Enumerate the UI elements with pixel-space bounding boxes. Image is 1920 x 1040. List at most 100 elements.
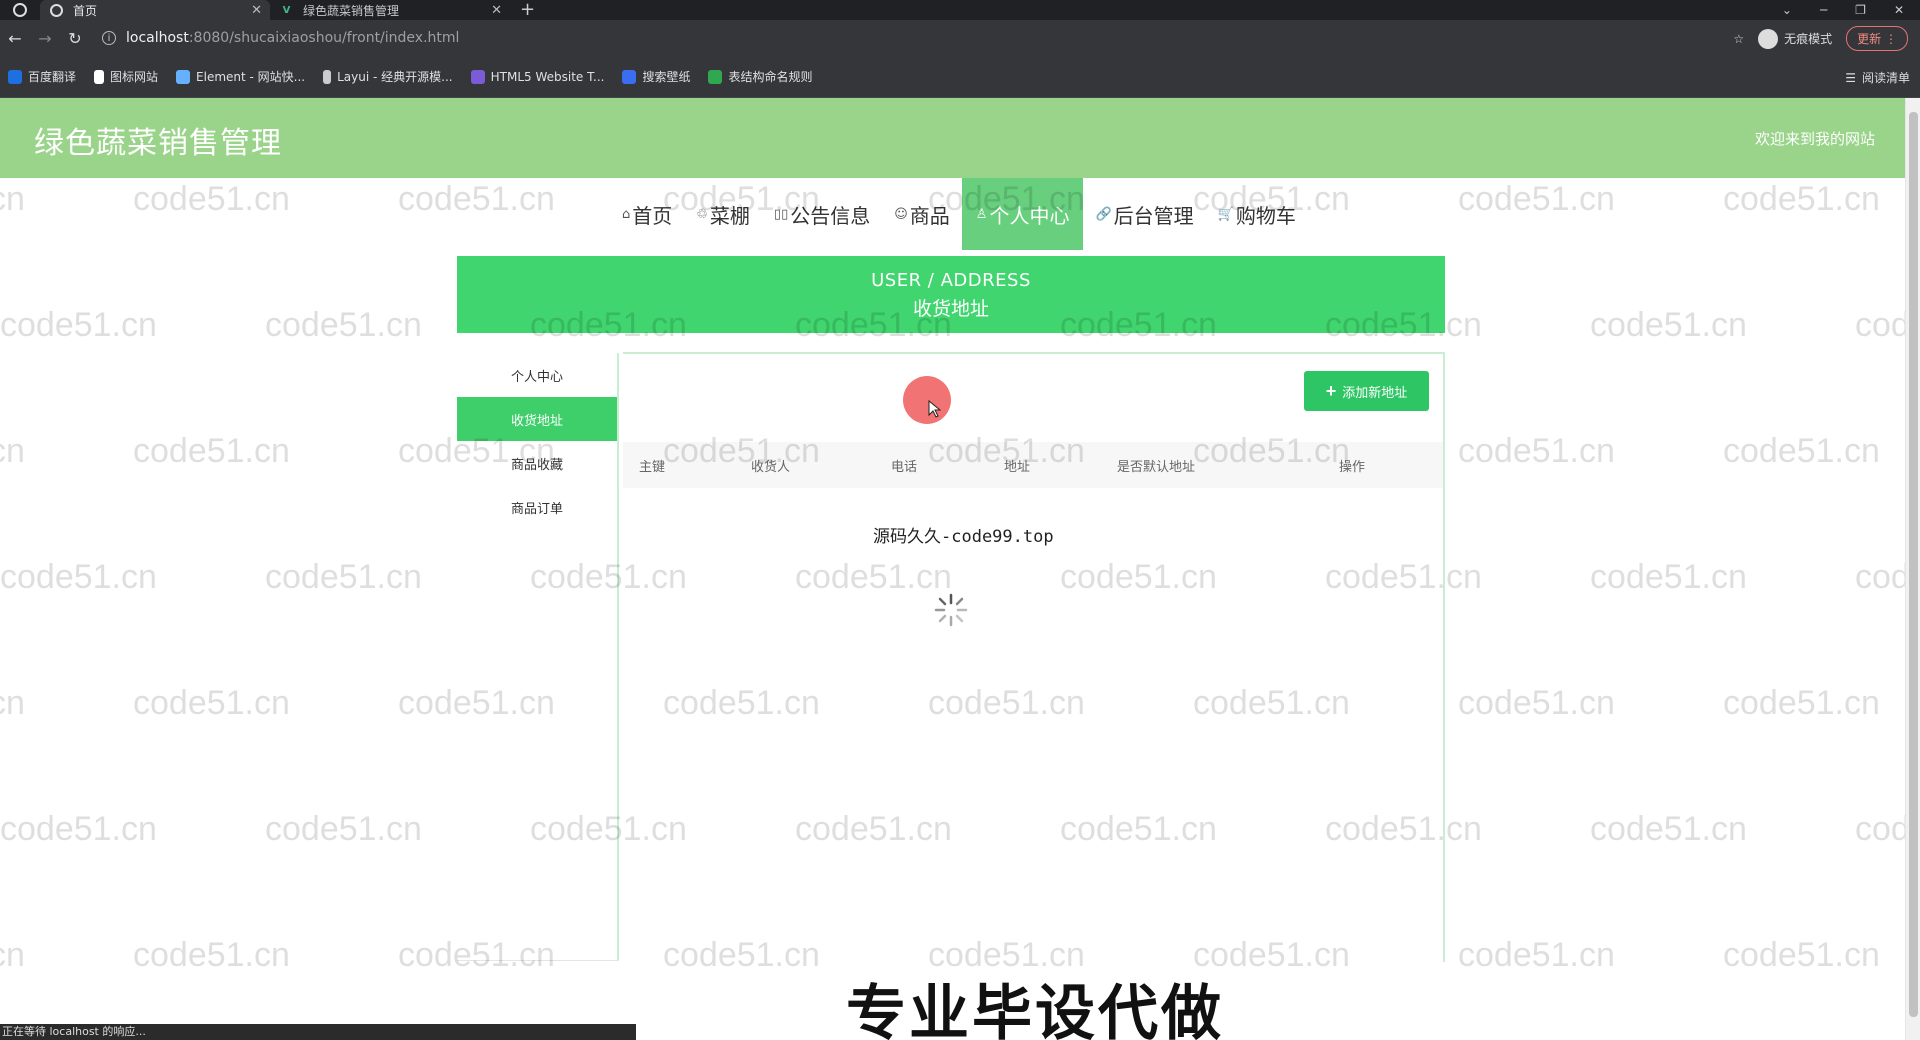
- browser-status-bar: 正在等待 localhost 的响应...: [0, 1024, 636, 1040]
- forward-button[interactable]: →: [30, 29, 60, 48]
- bookmark-item[interactable]: HTML5 Website T...: [470, 69, 604, 84]
- nav-cart[interactable]: 🛒 购物车: [1206, 178, 1308, 250]
- bookmark-item[interactable]: 百度翻译: [8, 68, 76, 85]
- nav-home[interactable]: ⌂ 首页: [610, 178, 684, 250]
- window-controls: ⌄ ─ ❐ ✕: [1782, 0, 1920, 20]
- sidebar-item-favorites[interactable]: 商品收藏: [457, 441, 617, 485]
- watermark-text: code51.cn: [1723, 180, 1880, 218]
- bookmark-item[interactable]: 图标网站: [94, 68, 158, 85]
- watermark-text: code51.cn: [0, 936, 25, 974]
- scrollbar-thumb[interactable]: [1909, 112, 1918, 1017]
- column-header-default: 是否默认地址: [1117, 459, 1196, 475]
- incognito-indicator[interactable]: 无痕模式: [1758, 28, 1833, 49]
- product-icon: ☺: [894, 206, 908, 222]
- wallpaper-icon: [622, 69, 637, 84]
- watermark-text: code51.cn: [1590, 306, 1747, 344]
- welcome-text: 欢迎来到我的网站: [1754, 130, 1875, 148]
- reload-button[interactable]: ↻: [60, 29, 90, 48]
- page-scrollbar[interactable]: [1905, 98, 1920, 1040]
- nav-announcements[interactable]: ▯▯ 公告信息: [762, 178, 882, 250]
- watermark-text: code51.cn: [133, 180, 290, 218]
- reading-list-icon: ☰: [1845, 70, 1856, 85]
- tab-title: 绿色蔬菜销售管理: [303, 3, 400, 18]
- watermark-text: code51.cn: [133, 684, 290, 722]
- page-banner: USER / ADDRESS 收货地址: [457, 256, 1445, 333]
- url-host: localhost: [126, 30, 189, 46]
- site-info-icon[interactable]: i: [102, 31, 116, 45]
- video-caption: 专业毕设代做: [846, 979, 1224, 1040]
- watermark-text: code51.cn: [1590, 558, 1747, 596]
- tab-search-icon[interactable]: ⌄: [1782, 3, 1792, 17]
- nav-products[interactable]: ☺ 商品: [882, 178, 962, 250]
- loading-spinner-icon: [934, 593, 968, 627]
- restore-button[interactable]: ❐: [1855, 3, 1866, 17]
- watermark-text: code51.cn: [133, 432, 290, 470]
- sidebar-item-user-center[interactable]: 个人中心: [457, 353, 617, 397]
- announcement-icon: ▯▯: [773, 206, 789, 222]
- add-address-label: 添加新地址: [1342, 384, 1408, 400]
- watermark-text: code51.cn: [0, 306, 157, 344]
- browser-logo-icon: [13, 3, 27, 17]
- site-header: 绿色蔬菜销售管理 欢迎来到我的网站: [0, 98, 1905, 178]
- close-window-button[interactable]: ✕: [1894, 3, 1904, 17]
- loading-text: 源码久久-code99.top: [873, 527, 1054, 547]
- address-table-header: 主键 收货人 电话 地址 是否默认地址 操作: [623, 442, 1443, 488]
- url-field[interactable]: i localhost:8080/shucaixiaoshou/front/in…: [102, 30, 459, 46]
- vue-icon: V: [282, 4, 291, 16]
- user-sidebar: 个人中心 收货地址 商品收藏 商品订单: [457, 353, 619, 961]
- link-icon: 🔗: [1095, 206, 1112, 222]
- watermark-text: code51.cn: [265, 306, 422, 344]
- tab-home[interactable]: 首页 ✕: [40, 0, 270, 20]
- toolbar-right: ☆ 无痕模式 更新 ⋮: [1733, 26, 1908, 51]
- watermark-text: code51.cn: [1458, 432, 1615, 470]
- watermark-text: code51.cn: [0, 684, 25, 722]
- nav-admin[interactable]: 🔗 后台管理: [1083, 178, 1205, 250]
- tab-vegetable-admin[interactable]: V 绿色蔬菜销售管理 ✕: [270, 0, 510, 20]
- watermark-text: code51.cn: [1458, 180, 1615, 218]
- column-header-receiver: 收货人: [751, 459, 791, 475]
- bookmark-item[interactable]: Element - 网站快...: [176, 68, 305, 85]
- site-title: 绿色蔬菜销售管理: [34, 126, 282, 161]
- bookmark-item[interactable]: 搜索壁纸: [622, 68, 690, 85]
- incognito-label: 无痕模式: [1784, 32, 1833, 46]
- browser-tab-strip: 首页 ✕ V 绿色蔬菜销售管理 ✕ + ⌄ ─ ❐ ✕: [0, 0, 1920, 20]
- close-tab-icon[interactable]: ✕: [491, 3, 502, 18]
- back-button[interactable]: ←: [0, 29, 30, 48]
- update-button[interactable]: 更新 ⋮: [1846, 26, 1908, 51]
- watermark-text: code51.cn: [265, 558, 422, 596]
- table-icon: [708, 69, 723, 84]
- watermark-text: code51.cn: [0, 432, 25, 470]
- watermark-text: code51.cn: [1458, 684, 1615, 722]
- watermark-text: code51.cn: [1458, 936, 1615, 974]
- close-tab-icon[interactable]: ✕: [251, 3, 262, 18]
- minimize-button[interactable]: ─: [1820, 3, 1827, 17]
- reading-list-button[interactable]: ☰ 阅读清单: [1845, 69, 1910, 86]
- cursor-highlight: [903, 376, 951, 424]
- watermark-text: code51.cn: [0, 180, 25, 218]
- watermark-text: code51.cn: [398, 180, 555, 218]
- bookmark-item[interactable]: 表结构命名规则: [708, 68, 812, 85]
- watermark-text: code51.cn: [1723, 684, 1880, 722]
- add-address-button[interactable]: + 添加新地址: [1304, 371, 1429, 411]
- column-header-phone: 电话: [891, 459, 918, 475]
- bookmark-star-icon[interactable]: ☆: [1733, 32, 1744, 46]
- bookmark-item[interactable]: Layui - 经典开源模...: [323, 68, 453, 85]
- layui-icon: [323, 69, 332, 84]
- home-icon: ⌂: [622, 206, 631, 222]
- sidebar-item-address[interactable]: 收货地址: [457, 397, 617, 441]
- nav-greenhouse[interactable]: ♲ 菜棚: [684, 178, 762, 250]
- watermark-text: code51.cn: [0, 558, 157, 596]
- watermark-text: code51.cn: [1590, 810, 1747, 848]
- watermark-text: code51.cn: [133, 936, 290, 974]
- greenhouse-icon: ♲: [696, 206, 708, 222]
- column-header-address: 地址: [1004, 459, 1031, 475]
- watermark-text: code51.cn: [1723, 432, 1880, 470]
- address-panel: + 添加新地址 主键 收货人 电话 地址 是否默认地址 操作 源码久久-code…: [623, 352, 1445, 962]
- sidebar-item-orders[interactable]: 商品订单: [457, 485, 617, 529]
- main-nav: ⌂ 首页 ♲ 菜棚 ▯▯ 公告信息 ☺ 商品 ♙ 个人中心 🔗 后台管理 🛒 购物车: [610, 178, 1308, 250]
- html5-icon: [470, 69, 485, 84]
- new-tab-button[interactable]: +: [520, 0, 535, 20]
- element-icon: [176, 69, 191, 84]
- watermark-text: code51.cn: [1855, 558, 1905, 596]
- nav-user-center[interactable]: ♙ 个人中心: [961, 178, 1084, 250]
